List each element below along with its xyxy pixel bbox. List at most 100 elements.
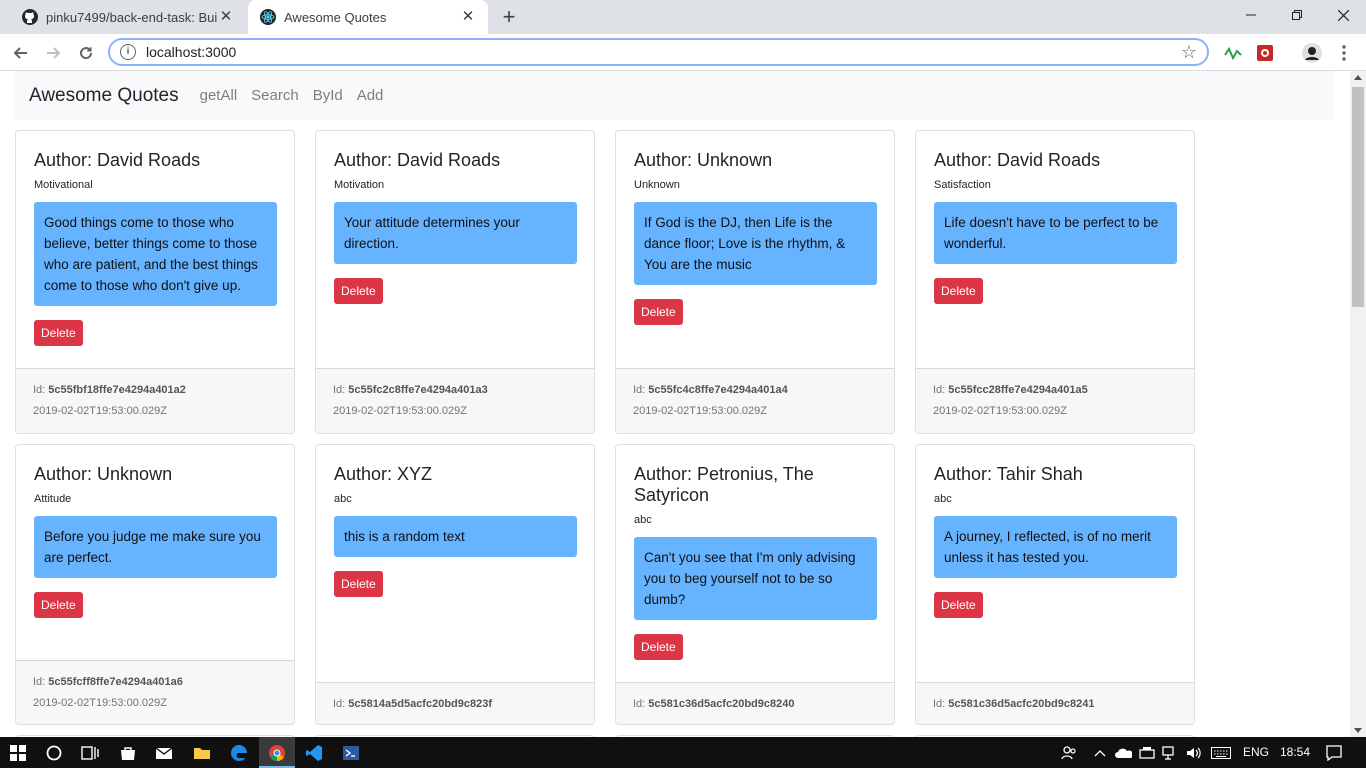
tray-chevron-up-icon[interactable] <box>1088 741 1112 765</box>
profile-avatar-icon[interactable] <box>1302 43 1322 63</box>
delete-button[interactable]: Delete <box>334 571 383 597</box>
quote-date: 2019-02-02T19:53:00.029Z <box>333 405 467 417</box>
action-center-icon[interactable] <box>1322 741 1346 765</box>
extension-red-icon[interactable] <box>1255 43 1275 63</box>
quote-id: 5c55fcff8ffe7e4294a401a6 <box>48 676 183 688</box>
delete-button[interactable]: Delete <box>634 634 683 660</box>
reload-button[interactable] <box>72 39 100 67</box>
file-explorer-icon[interactable] <box>190 741 214 765</box>
quote-author: Author: David Roads <box>934 150 1101 170</box>
minimize-icon <box>1246 14 1256 16</box>
site-info-icon[interactable]: i <box>120 44 136 60</box>
card-footer: Id: 5c55fcff8ffe7e4294a401a6 2019-02-02T… <box>16 660 294 724</box>
id-label: Id: <box>933 698 949 710</box>
browser-menu-icon[interactable] <box>1334 43 1354 63</box>
id-label: Id: <box>333 698 349 710</box>
quote-author: Author: Unknown <box>34 464 173 484</box>
card-footer: Id: 5c55fc2c8ffe7e4294a401a3 2019-02-02T… <box>316 368 594 433</box>
input-language[interactable]: ENG <box>1243 745 1269 759</box>
nav-link-add[interactable]: Add <box>357 87 384 104</box>
nav-link-search[interactable]: Search <box>251 87 299 104</box>
quote-author: Author: XYZ <box>334 464 433 484</box>
quote-date: 2019-02-02T19:53:00.029Z <box>933 405 1067 417</box>
browser-tab-github[interactable]: pinku7499/back-end-task: Build ✕ <box>10 0 246 34</box>
quote-card: Author: Unknown Attitude Before you judg… <box>15 444 295 725</box>
close-window-icon <box>1337 9 1349 21</box>
id-label: Id: <box>633 698 649 710</box>
quote-card: Author: Unknown Unknown If God is the DJ… <box>615 130 895 434</box>
reload-icon <box>80 47 93 60</box>
quote-card: Author: David Roads Motivation Your atti… <box>315 130 595 434</box>
close-tab-icon[interactable]: ✕ <box>218 9 234 25</box>
quote-category: abc <box>634 514 652 526</box>
bookmark-star-icon[interactable]: ☆ <box>1181 42 1197 63</box>
close-window-button[interactable] <box>1320 0 1366 30</box>
onedrive-icon[interactable] <box>1111 741 1135 765</box>
address-bar[interactable]: i localhost:3000 ☆ <box>108 38 1209 66</box>
quote-text: Your attitude determines your direction. <box>334 202 577 264</box>
vscode-icon[interactable] <box>302 741 326 765</box>
page-viewport: Awesome Quotes getAll Search ById Add Au… <box>0 71 1350 737</box>
app-brand[interactable]: Awesome Quotes <box>29 85 179 107</box>
id-label: Id: <box>33 676 49 688</box>
volume-icon[interactable] <box>1182 741 1206 765</box>
network-icon[interactable] <box>1158 741 1182 765</box>
quote-category: abc <box>334 493 352 505</box>
edge-icon[interactable] <box>227 741 251 765</box>
quote-author: Author: Tahir Shah <box>934 464 1083 484</box>
scroll-up-icon[interactable] <box>1354 75 1362 80</box>
browser-tab-awesome-quotes[interactable]: Awesome Quotes ✕ <box>248 0 488 34</box>
quote-text: Before you judge me make sure you are pe… <box>34 516 277 578</box>
url-text: localhost:3000 <box>146 44 237 60</box>
clock-time[interactable]: 18:54 <box>1280 745 1310 759</box>
quote-author: Author: Petronius, The Satyricon <box>634 464 814 505</box>
scroll-down-icon[interactable] <box>1354 728 1362 733</box>
card-footer: Id: 5c581c36d5acfc20bd9c8241 <box>916 682 1194 724</box>
powershell-icon[interactable] <box>339 741 363 765</box>
quote-id: 5c55fbf18ffe7e4294a401a2 <box>48 384 186 396</box>
delete-button[interactable]: Delete <box>934 278 983 304</box>
quote-card: Author: Petronius, The Satyricon abc Can… <box>615 444 895 725</box>
search-cortana-icon[interactable] <box>42 741 66 765</box>
delete-button[interactable]: Delete <box>34 592 83 618</box>
nav-link-getall[interactable]: getAll <box>200 87 238 104</box>
windows-start-icon[interactable] <box>6 741 30 765</box>
delete-button[interactable]: Delete <box>934 592 983 618</box>
quote-author: Author: Unknown <box>634 150 773 170</box>
task-view-icon[interactable] <box>78 741 102 765</box>
quote-text: Life doesn't have to be perfect to be wo… <box>934 202 1177 264</box>
delete-button[interactable]: Delete <box>634 299 683 325</box>
delete-button[interactable]: Delete <box>334 278 383 304</box>
usb-device-icon[interactable] <box>1135 741 1159 765</box>
chrome-icon[interactable] <box>265 741 289 765</box>
quote-date: 2019-02-02T19:53:00.029Z <box>33 405 167 417</box>
minimize-button[interactable] <box>1228 0 1274 30</box>
nav-link-byid[interactable]: ById <box>313 87 343 104</box>
store-icon[interactable] <box>116 741 140 765</box>
keyboard-icon[interactable] <box>1209 741 1233 765</box>
quote-id: 5c581c36d5acfc20bd9c8241 <box>948 698 1095 710</box>
id-label: Id: <box>33 384 49 396</box>
quote-text: Good things come to those who believe, b… <box>34 202 277 306</box>
card-footer: Id: 5c5814a5d5acfc20bd9c823f <box>316 682 594 724</box>
scrollbar-thumb[interactable] <box>1352 87 1364 307</box>
forward-button[interactable] <box>39 39 67 67</box>
github-icon <box>22 9 38 25</box>
id-label: Id: <box>933 384 949 396</box>
quote-id: 5c55fcc28ffe7e4294a401a5 <box>948 384 1088 396</box>
card-footer: Id: 5c55fc4c8ffe7e4294a401a4 2019-02-02T… <box>616 368 894 433</box>
people-icon[interactable] <box>1057 741 1081 765</box>
quote-date: 2019-02-02T19:53:00.029Z <box>633 405 767 417</box>
restore-button[interactable] <box>1274 0 1320 30</box>
quote-author: Author: David Roads <box>34 150 201 170</box>
quote-category: Attitude <box>34 493 72 505</box>
delete-button[interactable]: Delete <box>34 320 83 346</box>
new-tab-button[interactable]: + <box>498 6 520 29</box>
back-button[interactable] <box>7 39 35 67</box>
mail-icon[interactable] <box>152 741 176 765</box>
close-tab-icon[interactable]: ✕ <box>460 9 476 25</box>
tab-title: pinku7499/back-end-task: Build <box>46 9 218 25</box>
extension-activity-icon[interactable] <box>1223 43 1243 63</box>
quote-category: abc <box>934 493 952 505</box>
page-scrollbar[interactable] <box>1350 71 1366 737</box>
